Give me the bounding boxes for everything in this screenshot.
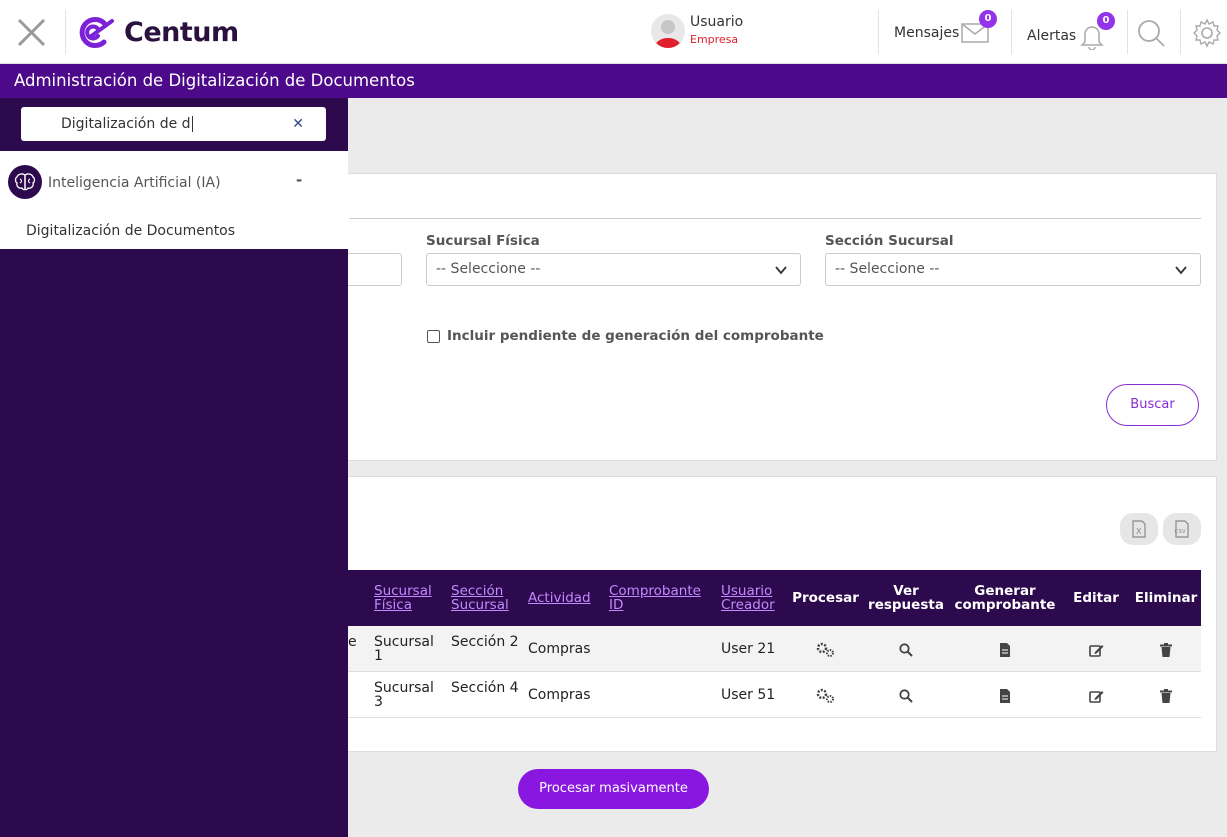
sidebar-search-value: Digitalización de d — [61, 116, 191, 132]
sidebar-group-ia[interactable]: Inteligencia Artificial (IA) — [48, 175, 221, 191]
gears-icon[interactable] — [816, 688, 836, 708]
divider — [1127, 10, 1128, 54]
document-icon[interactable] — [999, 642, 1011, 661]
cell-partial: e — [348, 634, 357, 650]
chevron-down-icon — [1175, 266, 1187, 275]
centum-logo-icon — [79, 17, 114, 48]
alerts-label: Alertas — [1027, 28, 1077, 44]
include-pending-checkbox[interactable] — [427, 330, 440, 343]
seccion-sucursal-value: -- Seleccione -- — [835, 261, 940, 277]
excel-export-button[interactable]: X — [1120, 513, 1158, 545]
search-icon[interactable] — [1136, 18, 1166, 52]
search-icon[interactable] — [899, 688, 913, 707]
user-company: Empresa — [690, 33, 739, 46]
cell-usuario: User 51 — [721, 687, 776, 703]
cell-seccion: Sección 4 — [451, 680, 519, 696]
close-menu-icon[interactable] — [14, 14, 50, 50]
col-sucursal-fisica[interactable]: Sucursal Física — [374, 584, 444, 612]
divider — [349, 218, 1201, 219]
trash-icon[interactable] — [1160, 688, 1172, 707]
edit-icon[interactable] — [1089, 688, 1104, 707]
csv-export-icon: CSV — [1175, 520, 1189, 538]
sucursal-fisica-value: -- Seleccione -- — [436, 261, 541, 277]
excel-export-icon: X — [1132, 520, 1146, 538]
col-generar-comprobante: Generar comprobante — [954, 583, 1056, 613]
col-usuario-creador[interactable]: Usuario Creador — [721, 584, 781, 612]
text-cursor — [191, 116, 193, 132]
document-icon[interactable] — [999, 688, 1011, 707]
cell-sucursal: Sucursal 3 — [374, 680, 434, 710]
cell-actividad: Compras — [528, 641, 591, 657]
user-menu[interactable]: Usuario Empresa — [651, 14, 743, 48]
brand-name: Centum — [124, 16, 239, 48]
table-row: Sucursal 3 Sección 4 Compras User 51 — [348, 672, 1201, 718]
collapse-toggle[interactable]: - — [296, 171, 302, 189]
divider — [65, 10, 66, 54]
messages-label: Mensajes — [894, 25, 960, 41]
alerts-count-badge: 0 — [1097, 12, 1115, 30]
col-eliminar: Eliminar — [1134, 590, 1198, 606]
filter-card — [330, 173, 1217, 461]
csv-export-button[interactable]: CSV — [1163, 513, 1201, 545]
sidebar-search-input[interactable]: Digitalización de d ✕ — [21, 107, 326, 141]
page-title: Administración de Digitalización de Docu… — [0, 64, 1227, 98]
col-actividad[interactable]: Actividad — [528, 591, 603, 605]
seccion-sucursal-label: Sección Sucursal — [825, 233, 954, 249]
cell-usuario: User 21 — [721, 641, 776, 657]
include-pending-label: Incluir pendiente de generación del comp… — [447, 328, 824, 344]
messages-button[interactable]: Mensajes — [894, 22, 989, 44]
svg-text:CSV: CSV — [1175, 529, 1186, 535]
col-editar: Editar — [1073, 590, 1119, 606]
sidebar-item-digitalizacion[interactable]: Digitalización de Documentos — [26, 223, 235, 239]
edit-icon[interactable] — [1089, 642, 1104, 661]
col-procesar: Procesar — [792, 590, 859, 606]
clear-search-icon[interactable]: ✕ — [292, 107, 304, 141]
cell-actividad: Compras — [528, 687, 591, 703]
user-name: Usuario — [690, 14, 744, 30]
gears-icon[interactable] — [816, 642, 836, 662]
divider — [1011, 10, 1012, 54]
seccion-sucursal-select[interactable]: -- Seleccione -- — [825, 253, 1201, 286]
svg-text:X: X — [1136, 527, 1142, 536]
col-comprobante-id[interactable]: Comprobante ID — [609, 584, 709, 612]
table-row: e Sucursal 1 Sección 2 Compras User 21 — [348, 626, 1201, 672]
sucursal-fisica-label: Sucursal Física — [426, 233, 540, 249]
brand-logo[interactable]: Centum — [76, 15, 239, 49]
col-seccion-sucursal[interactable]: Sección Sucursal — [451, 584, 521, 612]
sucursal-fisica-select[interactable]: -- Seleccione -- — [426, 253, 801, 286]
chevron-down-icon — [775, 266, 787, 275]
divider — [878, 10, 879, 54]
cell-seccion: Sección 2 — [451, 634, 519, 650]
cell-sucursal: Sucursal 1 — [374, 634, 434, 664]
messages-count-badge: 0 — [979, 10, 997, 28]
bulk-process-button[interactable]: Procesar masivamente — [518, 769, 709, 809]
trash-icon[interactable] — [1160, 642, 1172, 661]
top-bar: Centum Usuario Empresa Mensajes 0 Alerta… — [0, 0, 1227, 64]
gear-icon[interactable] — [1192, 18, 1222, 52]
col-ver-respuesta: Ver respuesta — [868, 583, 944, 613]
table-header: Sucursal Física Sección Sucursal Activid… — [348, 570, 1201, 626]
search-icon[interactable] — [899, 642, 913, 661]
avatar — [651, 14, 685, 48]
alerts-button[interactable]: Alertas — [1027, 22, 1106, 50]
brain-icon — [8, 165, 42, 199]
search-button[interactable]: Buscar — [1106, 384, 1199, 426]
divider — [1180, 10, 1181, 54]
